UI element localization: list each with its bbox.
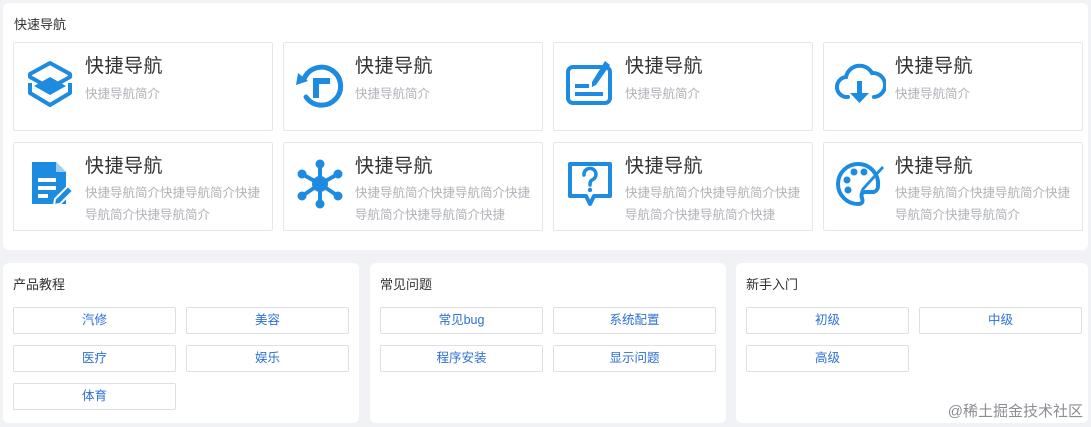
edit-board-icon [564, 59, 616, 111]
quick-nav-card[interactable]: 快捷导航 快捷导航简介 [553, 42, 813, 131]
tag-button[interactable]: 体育 [13, 383, 176, 410]
card-desc: 快捷导航简介 [895, 87, 971, 101]
cube-layers-icon [24, 59, 76, 111]
card-title: 快捷导航 [355, 56, 434, 77]
cloud-download-icon [834, 59, 886, 111]
card-desc: 快捷导航简介 [625, 87, 701, 101]
tutorials-panel: 产品教程 汽修 美容 医疗 娱乐 体育 [3, 263, 359, 423]
palette-brush-icon [834, 158, 886, 210]
tutorials-title: 产品教程 [13, 277, 66, 292]
beginner-panel: 新手入门 初级 中级 高级 [736, 263, 1088, 423]
tag-button[interactable]: 美容 [186, 307, 349, 334]
card-title: 快捷导航 [625, 56, 704, 77]
quick-nav-card[interactable]: 快捷导航 快捷导航简介快捷导航简介快捷导航简介快捷导航简介快捷 [283, 142, 543, 231]
card-desc: 快捷导航简介快捷导航简介快捷导航简介快捷导航简介 [85, 186, 261, 222]
document-edit-icon [24, 158, 76, 210]
quick-nav-card[interactable]: 快捷导航 快捷导航简介快捷导航简介快捷导航简介快捷导航简介快捷 [553, 142, 813, 231]
watermark: @稀土掘金技术社区 [947, 403, 1083, 420]
card-title: 快捷导航 [85, 56, 164, 77]
card-desc: 快捷导航简介 [85, 87, 161, 101]
quick-nav-card[interactable]: 快捷导航 快捷导航简介快捷导航简介快捷导航简介快捷导航简介 [823, 142, 1083, 231]
network-nodes-icon [294, 158, 346, 210]
refresh-t-icon [294, 59, 346, 111]
card-desc: 快捷导航简介快捷导航简介快捷导航简介快捷导航简介 [895, 186, 1071, 222]
tag-button[interactable]: 汽修 [13, 307, 176, 334]
card-title: 快捷导航 [85, 156, 164, 177]
tag-button[interactable]: 娱乐 [186, 345, 349, 372]
question-bubble-icon [564, 158, 616, 210]
tag-button[interactable]: 高级 [746, 345, 909, 372]
quick-nav-card[interactable]: 快捷导航 快捷导航简介 [13, 42, 273, 131]
quick-nav-title: 快速导航 [14, 17, 67, 32]
tag-button[interactable]: 系统配置 [553, 307, 716, 334]
faq-title: 常见问题 [380, 277, 433, 292]
card-title: 快捷导航 [355, 156, 434, 177]
quick-nav-panel: 快速导航 快捷导航 快捷导航简介 快捷导航 快捷导航简介 快捷导航 快捷导航简介… [3, 3, 1088, 250]
card-title: 快捷导航 [625, 156, 704, 177]
faq-panel: 常见问题 常见bug 系统配置 程序安装 显示问题 [370, 263, 726, 423]
quick-nav-card[interactable]: 快捷导航 快捷导航简介 [823, 42, 1083, 131]
tag-button[interactable]: 常见bug [380, 307, 543, 334]
card-desc: 快捷导航简介快捷导航简介快捷导航简介快捷导航简介快捷 [625, 186, 801, 222]
card-desc: 快捷导航简介快捷导航简介快捷导航简介快捷导航简介快捷 [355, 186, 531, 222]
tag-button[interactable]: 显示问题 [553, 345, 716, 372]
quick-nav-card[interactable]: 快捷导航 快捷导航简介快捷导航简介快捷导航简介快捷导航简介 [13, 142, 273, 231]
tag-button[interactable]: 初级 [746, 307, 909, 334]
card-desc: 快捷导航简介 [355, 87, 431, 101]
tag-button[interactable]: 中级 [919, 307, 1082, 334]
card-title: 快捷导航 [895, 156, 974, 177]
tag-button[interactable]: 程序安装 [380, 345, 543, 372]
card-title: 快捷导航 [895, 56, 974, 77]
quick-nav-card[interactable]: 快捷导航 快捷导航简介 [283, 42, 543, 131]
tag-button[interactable]: 医疗 [13, 345, 176, 372]
beginner-title: 新手入门 [746, 277, 799, 292]
